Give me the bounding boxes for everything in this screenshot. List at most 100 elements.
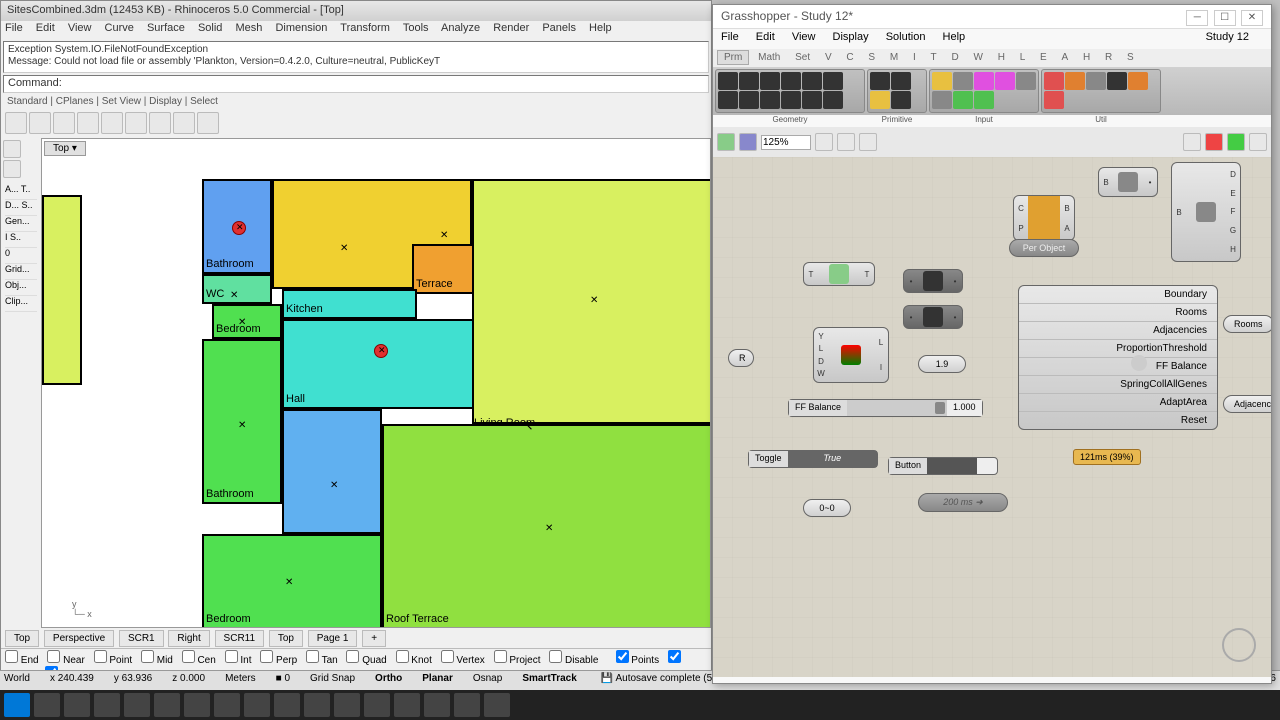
osnap-point[interactable]: Point	[94, 655, 133, 666]
slider-value[interactable]: 1.000	[947, 400, 982, 416]
node-preview2[interactable]: ••	[903, 305, 963, 329]
gh-tab[interactable]: H	[1077, 51, 1096, 64]
rhino-titlebar[interactable]: SitesCombined.3dm (12453 KB) - Rhinocero…	[1, 1, 711, 21]
tab-standard[interactable]: Standard	[7, 96, 48, 107]
paste-icon[interactable]	[149, 112, 171, 134]
port[interactable]: W	[814, 369, 828, 378]
component-icon[interactable]	[870, 91, 890, 109]
copy-icon[interactable]	[125, 112, 147, 134]
osnap-end[interactable]: End	[5, 655, 39, 666]
gh-menu-help[interactable]: Help	[943, 31, 966, 43]
port[interactable]: B	[1172, 208, 1186, 217]
toolbar-tabs[interactable]: Standard | CPlanes | Set View | Display …	[1, 95, 711, 108]
osnap-vertex[interactable]: Vertex	[441, 655, 485, 666]
port[interactable]: A	[1060, 224, 1074, 233]
component-icon[interactable]	[870, 72, 890, 90]
gh-tab[interactable]: V	[819, 51, 838, 64]
component-icon[interactable]	[718, 72, 738, 90]
menu-dimension[interactable]: Dimension	[275, 22, 327, 34]
component-icon[interactable]	[1016, 72, 1036, 90]
app-icon[interactable]	[334, 693, 360, 717]
output-rooms[interactable]: Rooms	[1223, 315, 1271, 333]
app-icon[interactable]	[214, 693, 240, 717]
search-icon[interactable]	[34, 693, 60, 717]
component-icon[interactable]	[953, 72, 973, 90]
menu-mesh[interactable]: Mesh	[235, 22, 262, 34]
tab-select[interactable]: Select	[190, 96, 218, 107]
app-icon[interactable]	[364, 693, 390, 717]
osnap-near[interactable]: Near	[47, 655, 84, 666]
menu-help[interactable]: Help	[589, 22, 612, 34]
port[interactable]: L	[814, 344, 828, 353]
input-rooms[interactable]: Rooms	[1019, 304, 1217, 322]
gh-ribbon-tabs[interactable]: Prm Math Set V C S M I T D W H L E A H R…	[713, 49, 1271, 67]
gh-tab[interactable]: W	[967, 51, 988, 64]
lasso-icon[interactable]	[3, 160, 21, 178]
gear-icon[interactable]	[1131, 355, 1147, 371]
tab-top2[interactable]: Top	[269, 630, 303, 647]
port[interactable]: C	[1014, 204, 1028, 213]
close-icon[interactable]: ✕	[1241, 10, 1263, 26]
button-grip[interactable]	[927, 458, 977, 474]
port[interactable]: L	[874, 338, 888, 347]
tab-scr11[interactable]: SCR11	[215, 630, 265, 647]
component-icon[interactable]	[760, 72, 780, 90]
port[interactable]: I	[874, 363, 888, 372]
undo-icon[interactable]	[173, 112, 195, 134]
menu-edit[interactable]: Edit	[36, 22, 55, 34]
layer-row[interactable]: Obj...	[5, 280, 37, 296]
app-icon[interactable]	[274, 693, 300, 717]
menu-surface[interactable]: Surface	[147, 22, 185, 34]
preview-icon[interactable]	[837, 133, 855, 151]
command-prompt[interactable]: Command:	[3, 75, 709, 93]
gh-tab[interactable]: T	[925, 51, 943, 64]
tab-page1[interactable]: Page 1	[308, 630, 358, 647]
shaded-icon[interactable]	[1183, 133, 1201, 151]
menu-file[interactable]: File	[5, 22, 23, 34]
label-per-object[interactable]: Per Object	[1009, 239, 1079, 257]
button-component[interactable]: Button	[888, 457, 998, 475]
component-icon[interactable]	[1044, 72, 1064, 90]
menu-tools[interactable]: Tools	[403, 22, 429, 34]
gh-tab[interactable]: C	[840, 51, 859, 64]
input-springcoll[interactable]: SpringCollAllGenes	[1019, 376, 1217, 394]
tab-top[interactable]: Top	[5, 630, 39, 647]
gh-canvas[interactable]: B DEFGH B • CP BA Per Object T T •• ••	[713, 157, 1271, 677]
node-per-object[interactable]: CP BA	[1013, 195, 1075, 241]
gh-menu-file[interactable]: File	[721, 31, 739, 43]
shelf-geometry[interactable]: Geometry	[715, 69, 865, 113]
component-icon[interactable]	[781, 91, 801, 109]
osnap-tan[interactable]: Tan	[306, 655, 338, 666]
open-icon[interactable]	[29, 112, 51, 134]
component-icon[interactable]	[760, 91, 780, 109]
gh-tab[interactable]: Math	[752, 51, 786, 64]
app-icon[interactable]	[394, 693, 420, 717]
component-icon[interactable]	[1065, 72, 1085, 90]
gh-tab[interactable]: E	[1034, 51, 1053, 64]
port[interactable]: T	[804, 270, 818, 279]
layer-row[interactable]: Grid...	[5, 264, 37, 280]
tab-right[interactable]: Right	[168, 630, 209, 647]
layer-panel[interactable]: A... T.. D... S.. Gen... I S.. 0 Grid...…	[3, 182, 39, 314]
status-osnap[interactable]: Osnap	[473, 673, 502, 688]
port[interactable]: G	[1226, 226, 1240, 235]
settings-icon[interactable]	[1249, 133, 1267, 151]
redo-icon[interactable]	[197, 112, 219, 134]
input-adjacencies[interactable]: Adjacencies	[1019, 322, 1217, 340]
save-icon[interactable]	[53, 112, 75, 134]
component-icon[interactable]	[974, 91, 994, 109]
app-icon[interactable]	[454, 693, 480, 717]
input-reset[interactable]: Reset	[1019, 412, 1217, 429]
port[interactable]: H	[1226, 245, 1240, 254]
param-range[interactable]: 0~0	[803, 499, 851, 517]
component-icon[interactable]	[739, 72, 759, 90]
port[interactable]: B	[1060, 204, 1074, 213]
menu-analyze[interactable]: Analyze	[441, 22, 480, 34]
toggle-value[interactable]: True	[788, 451, 877, 467]
panel-main-component[interactable]: Boundary Rooms Adjacencies ProportionThr…	[1018, 285, 1218, 430]
node-preview1[interactable]: ••	[903, 269, 963, 293]
gh-menubar[interactable]: File Edit View Display Solution Help Stu…	[713, 29, 1271, 49]
start-button[interactable]	[4, 693, 30, 717]
gh-tab-prm[interactable]: Prm	[717, 50, 749, 65]
compass-icon[interactable]	[1222, 628, 1256, 662]
